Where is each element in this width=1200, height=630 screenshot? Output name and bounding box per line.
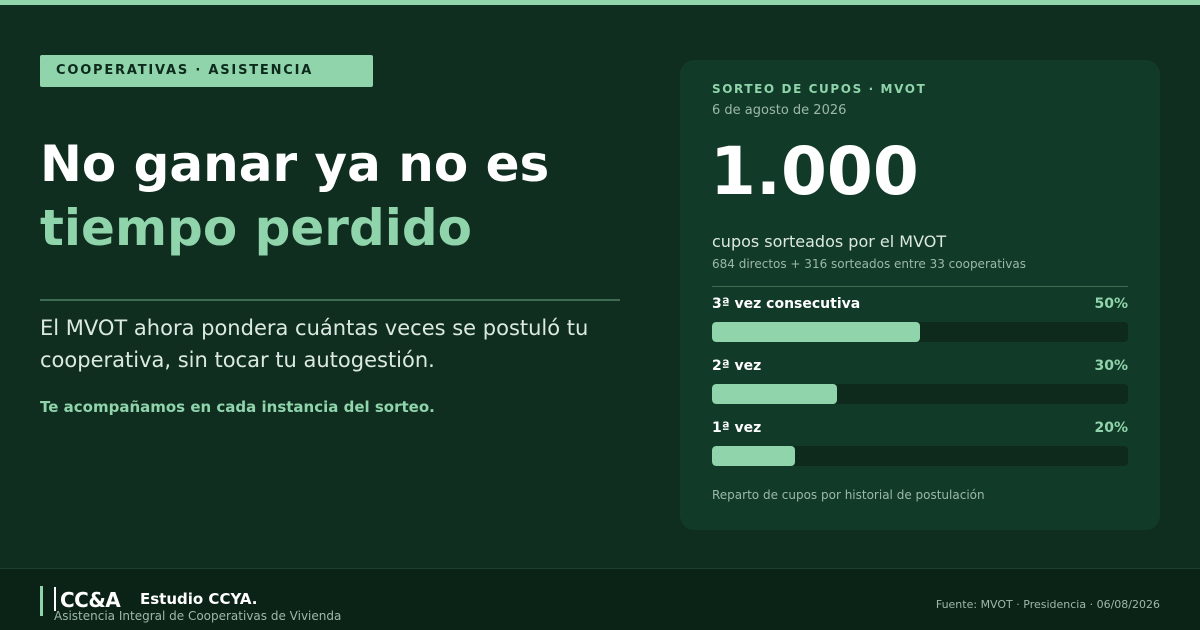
body-text: El MVOT ahora pondera cuántas veces se p… — [40, 316, 589, 372]
category-tag: COOPERATIVAS · ASISTENCIA — [40, 55, 373, 87]
studio-name: Estudio CCYA. — [140, 590, 258, 608]
headline-line-2: tiempo perdido — [40, 199, 473, 257]
bar-fill — [712, 384, 837, 404]
bar-percent: 20% — [1094, 420, 1128, 436]
logo-edge — [54, 587, 56, 611]
bar-fill — [712, 322, 920, 342]
bar-percent: 30% — [1094, 358, 1128, 374]
source-note: Fuente: MVOT · Presidencia · 06/08/2026 — [935, 598, 1160, 611]
bar-track — [712, 322, 1128, 342]
footer-accent-bar — [40, 586, 43, 616]
card-divider — [712, 286, 1128, 287]
card-subtitle: cupos sorteados por el MVOT — [712, 232, 947, 251]
card-label: SORTEO DE CUPOS · MVOT — [712, 82, 927, 96]
bar-percent: 50% — [1094, 296, 1128, 312]
studio-subtitle: Asistencia Integral de Cooperativas de V… — [54, 609, 342, 623]
top-accent-strip — [0, 0, 1200, 5]
stats-card: SORTEO DE CUPOS · MVOT 6 de agosto de 20… — [680, 60, 1160, 530]
bar-track — [712, 384, 1128, 404]
bar-fill — [712, 446, 796, 466]
bar-label: 3ª vez consecutiva — [712, 296, 861, 312]
card-date: 6 de agosto de 2026 — [712, 103, 847, 118]
headline: No ganar ya no es tiempo perdido — [40, 132, 549, 260]
headline-line-1: No ganar ya no es — [40, 135, 550, 193]
bar-track — [712, 446, 1128, 466]
bar-label: 2ª vez — [712, 358, 762, 374]
footer: CC&A Estudio CCYA. Asistencia Integral d… — [0, 568, 1200, 630]
support-message: Te acompañamos en cada instancia del sor… — [40, 398, 435, 416]
big-number: 1.000 — [710, 133, 919, 210]
divider — [40, 299, 620, 301]
bar-label: 1ª vez — [712, 420, 762, 436]
card-detail: 684 directos + 316 sorteados entre 33 co… — [712, 257, 1026, 271]
card-caption: Reparto de cupos por historial de postul… — [712, 488, 985, 502]
